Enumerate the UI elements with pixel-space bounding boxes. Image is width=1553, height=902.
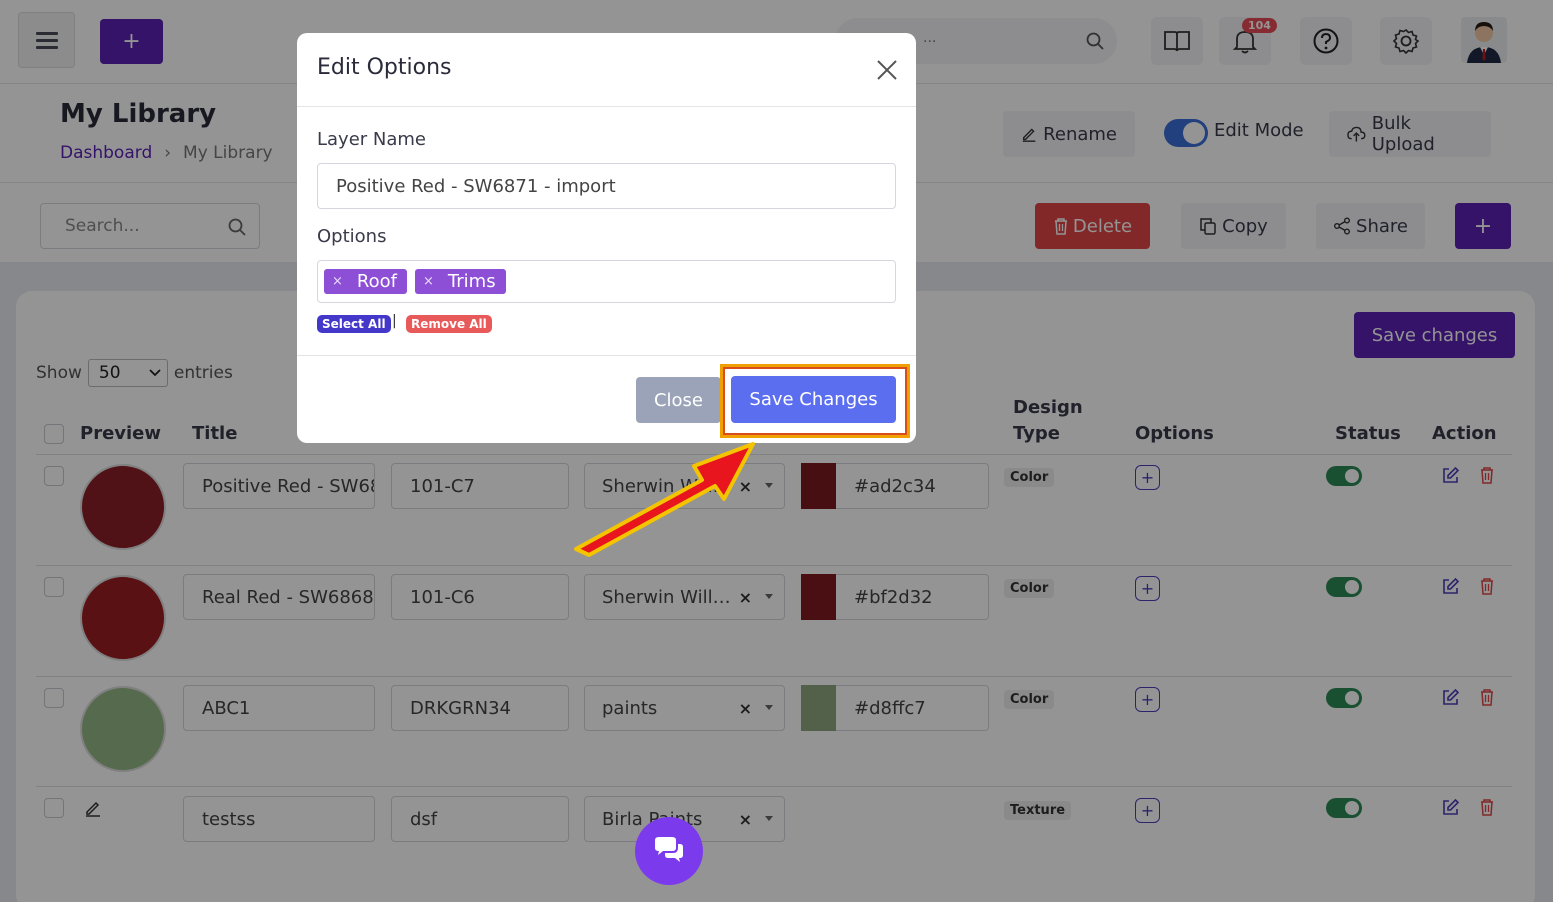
remove-tag-icon[interactable]: ×: [423, 274, 434, 289]
close-icon[interactable]: [875, 58, 899, 82]
remove-all-button[interactable]: Remove All: [406, 315, 492, 333]
close-button[interactable]: Close: [636, 377, 721, 423]
layer-name-input[interactable]: Positive Red - SW6871 - import: [317, 163, 896, 209]
dialog-title: Edit Options: [317, 55, 452, 80]
select-all-button[interactable]: Select All: [317, 315, 391, 333]
options-multiselect[interactable]: × Roof × Trims: [317, 260, 896, 303]
highlight-box: [720, 364, 910, 438]
layer-name-label: Layer Name: [317, 129, 427, 150]
dialog-header-divider: [297, 106, 916, 107]
option-tag: × Roof: [324, 269, 407, 294]
remove-tag-icon[interactable]: ×: [332, 274, 343, 289]
option-tag-label: Trims: [447, 271, 496, 292]
options-label: Options: [317, 226, 387, 247]
dialog-footer-divider: [297, 355, 916, 356]
annotation-arrow-icon: [574, 442, 755, 557]
chat-button[interactable]: [635, 817, 703, 885]
option-tag: × Trims: [415, 269, 506, 294]
chat-icon: [655, 837, 683, 862]
separator: |: [392, 313, 397, 329]
option-tag-label: Roof: [356, 271, 397, 292]
